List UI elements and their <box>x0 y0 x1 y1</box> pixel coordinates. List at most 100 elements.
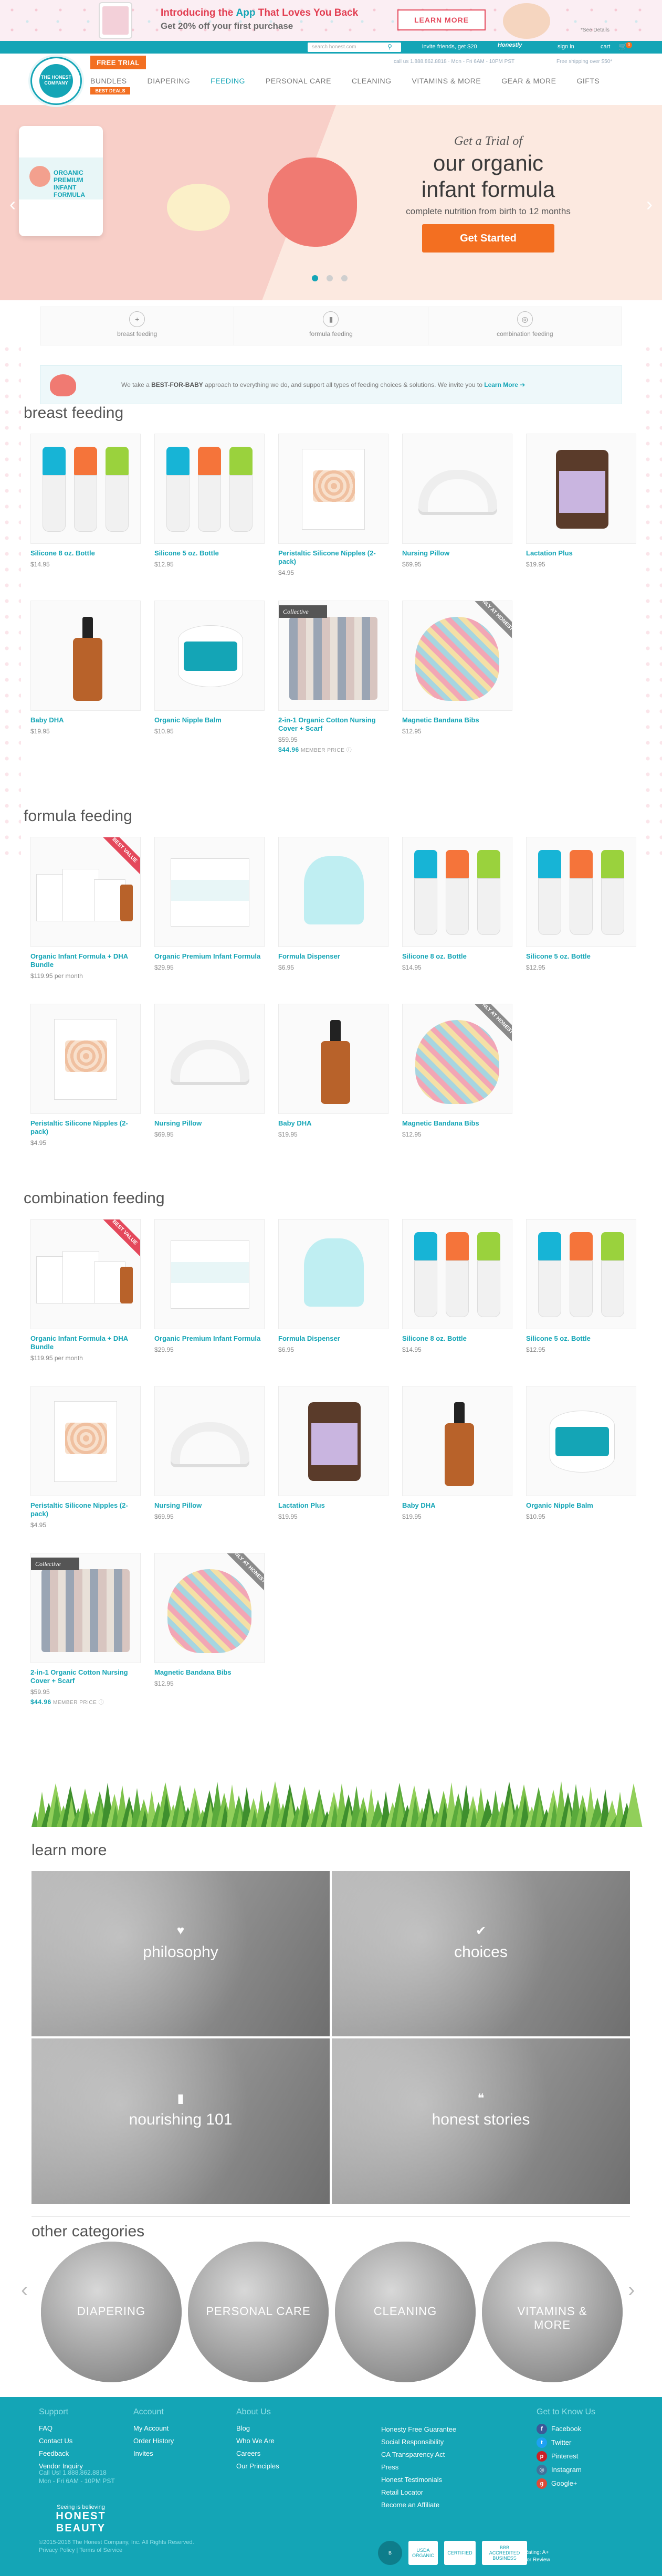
product-name-link[interactable]: Nursing Pillow <box>154 1501 265 1510</box>
nav-vitamins[interactable]: VITAMINS & MORE <box>412 77 481 85</box>
product-card[interactable]: Peristaltic Silicone Nipples (2-pack) $4.… <box>278 434 388 576</box>
product-card[interactable]: Silicone 8 oz. Bottle $14.95 <box>30 434 141 568</box>
product-name-link[interactable]: Nursing Pillow <box>154 1119 265 1128</box>
product-image[interactable] <box>154 1386 265 1496</box>
product-card[interactable]: Peristaltic Silicone Nipples (2-pack) $4.… <box>30 1004 141 1147</box>
footer-link[interactable]: Honesty Free Guarantee <box>381 2423 456 2436</box>
product-card[interactable]: Nursing Pillow $69.95 <box>154 1004 265 1138</box>
product-card[interactable]: Collective 2-in-1 Organic Cotton Nursing … <box>30 1553 141 1706</box>
jump-formula-feeding[interactable]: ▮ formula feeding <box>234 307 428 345</box>
product-image[interactable] <box>154 1219 265 1329</box>
carousel-dot-1[interactable] <box>312 275 318 281</box>
product-card[interactable]: Silicone 5 oz. Bottle $12.95 <box>526 837 636 971</box>
product-card[interactable]: Baby DHA $19.95 <box>30 601 141 735</box>
product-name-link[interactable]: Silicone 8 oz. Bottle <box>402 952 512 961</box>
free-trial-button[interactable]: FREE TRIAL <box>90 56 146 69</box>
jump-breast-feeding[interactable]: + breast feeding <box>40 307 235 345</box>
product-name-link[interactable]: Peristaltic Silicone Nipples (2-pack) <box>30 1119 141 1136</box>
honest-logo[interactable]: THE HONEST COMPANY <box>30 57 82 105</box>
product-name-link[interactable]: Magnetic Bandana Bibs <box>154 1668 265 1677</box>
product-card[interactable]: Lactation Plus $19.95 <box>278 1386 388 1520</box>
carousel-dot-3[interactable] <box>341 275 348 281</box>
product-name-link[interactable]: Formula Dispenser <box>278 952 388 961</box>
product-name-link[interactable]: Peristaltic Silicone Nipples (2-pack) <box>278 549 388 566</box>
product-image[interactable] <box>278 1004 388 1114</box>
product-image[interactable] <box>278 1386 388 1496</box>
product-image[interactable] <box>30 1386 141 1496</box>
bbb-rating[interactable]: BBB Rating: A+ Click for Review <box>512 2549 550 2564</box>
nav-bundles[interactable]: BUNDLES <box>90 77 127 85</box>
product-card[interactable]: Organic Premium Infant Formula $29.95 <box>154 1219 265 1353</box>
product-card[interactable]: Nursing Pillow $69.95 <box>402 434 512 568</box>
product-card[interactable]: Formula Dispenser $6.95 <box>278 837 388 971</box>
product-name-link[interactable]: Organic Premium Infant Formula <box>154 952 265 961</box>
category-cleaning[interactable]: CLEANING <box>335 2242 476 2382</box>
footer-link[interactable]: Who We Are <box>236 2435 279 2447</box>
search-icon[interactable]: ⚲ <box>387 43 392 50</box>
product-name-link[interactable]: Silicone 5 oz. Bottle <box>526 1334 636 1343</box>
product-card[interactable]: Organic Nipple Balm $10.95 <box>154 601 265 735</box>
footer-link[interactable]: Contact Us <box>39 2435 83 2447</box>
product-card[interactable]: Silicone 8 oz. Bottle $14.95 <box>402 1219 512 1353</box>
product-image[interactable] <box>402 434 512 544</box>
product-name-link[interactable]: Silicone 5 oz. Bottle <box>154 549 265 558</box>
product-name-link[interactable]: Lactation Plus <box>526 549 636 558</box>
product-image[interactable] <box>526 434 636 544</box>
product-card[interactable]: ONLY AT HONEST Magnetic Bandana Bibs $12.9… <box>402 601 512 735</box>
product-card[interactable]: Silicone 8 oz. Bottle $14.95 <box>402 837 512 971</box>
footer-link[interactable]: Retail Locator <box>381 2486 456 2499</box>
product-name-link[interactable]: Magnetic Bandana Bibs <box>402 1119 512 1128</box>
product-image[interactable] <box>30 601 141 711</box>
category-personal-care[interactable]: PERSONAL CARE <box>188 2242 329 2382</box>
product-card[interactable]: Baby DHA $19.95 <box>278 1004 388 1138</box>
product-card[interactable]: Formula Dispenser $6.95 <box>278 1219 388 1353</box>
product-card[interactable]: Silicone 5 oz. Bottle $12.95 <box>154 434 265 568</box>
cart-link[interactable]: cart <box>601 44 610 50</box>
product-card[interactable]: Silicone 5 oz. Bottle $12.95 <box>526 1219 636 1353</box>
product-image[interactable]: Collective <box>30 1553 141 1663</box>
google-plus-link[interactable]: g Google+ <box>537 2477 595 2490</box>
policy-links[interactable]: Privacy Policy | Terms of Service <box>39 2547 194 2554</box>
product-name-link[interactable]: Organic Premium Infant Formula <box>154 1334 265 1343</box>
product-image[interactable] <box>278 434 388 544</box>
product-image[interactable] <box>154 601 265 711</box>
product-card[interactable]: Peristaltic Silicone Nipples (2-pack) $4.… <box>30 1386 141 1529</box>
product-image[interactable]: ONLY AT HONEST <box>402 601 512 711</box>
invite-friends-link[interactable]: invite friends, get $20 <box>422 44 477 50</box>
product-name-link[interactable]: Baby DHA <box>278 1119 388 1128</box>
app-promo-banner[interactable]: Introducing the App That Loves You Back … <box>0 0 662 41</box>
nav-feeding[interactable]: FEEDING <box>211 77 245 85</box>
promo-see-details-link[interactable]: *See Details <box>581 27 610 33</box>
product-name-link[interactable]: Magnetic Bandana Bibs <box>402 716 512 724</box>
product-card[interactable]: Nursing Pillow $69.95 <box>154 1386 265 1520</box>
footer-link[interactable]: CA Transparency Act <box>381 2448 456 2461</box>
tile-philosophy[interactable]: ♥ philosophy <box>31 1871 330 2036</box>
carousel-prev-icon[interactable]: ‹ <box>9 193 16 215</box>
instagram-link[interactable]: ◎ Instagram <box>537 2463 595 2477</box>
product-image[interactable] <box>278 837 388 947</box>
product-name-link[interactable]: Nursing Pillow <box>402 549 512 558</box>
product-image[interactable] <box>154 1004 265 1114</box>
product-name-link[interactable]: Organic Nipple Balm <box>526 1501 636 1510</box>
footer-link[interactable]: Social Responsibility <box>381 2436 456 2448</box>
product-image[interactable] <box>278 1219 388 1329</box>
nav-gifts[interactable]: GIFTS <box>576 77 600 85</box>
product-image[interactable] <box>526 837 636 947</box>
jump-combination-feeding[interactable]: ◎ combination feeding <box>428 307 622 345</box>
product-card[interactable]: Baby DHA $19.95 <box>402 1386 512 1520</box>
footer-link[interactable]: Honest Testimonials <box>381 2474 456 2486</box>
facebook-link[interactable]: f Facebook <box>537 2422 595 2436</box>
categories-next-icon[interactable]: › <box>628 2278 635 2302</box>
product-name-link[interactable]: Baby DHA <box>402 1501 512 1510</box>
note-learn-more-link[interactable]: Learn More ➔ <box>484 381 525 388</box>
tile-choices[interactable]: ✔ choices <box>332 1871 630 2036</box>
product-card[interactable]: ONLY AT HONEST Magnetic Bandana Bibs $12.9… <box>154 1553 265 1687</box>
product-image[interactable]: ONLY AT HONEST <box>402 1004 512 1114</box>
product-image[interactable] <box>526 1386 636 1496</box>
product-image[interactable] <box>526 1219 636 1329</box>
tile-nourishing-101[interactable]: ▮ nourishing 101 <box>31 2038 330 2204</box>
get-started-button[interactable]: Get Started <box>422 224 554 253</box>
nav-cleaning[interactable]: CLEANING <box>352 77 392 85</box>
product-card[interactable]: Lactation Plus $19.95 <box>526 434 636 568</box>
product-name-link[interactable]: Organic Infant Formula + DHA Bundle <box>30 952 141 969</box>
